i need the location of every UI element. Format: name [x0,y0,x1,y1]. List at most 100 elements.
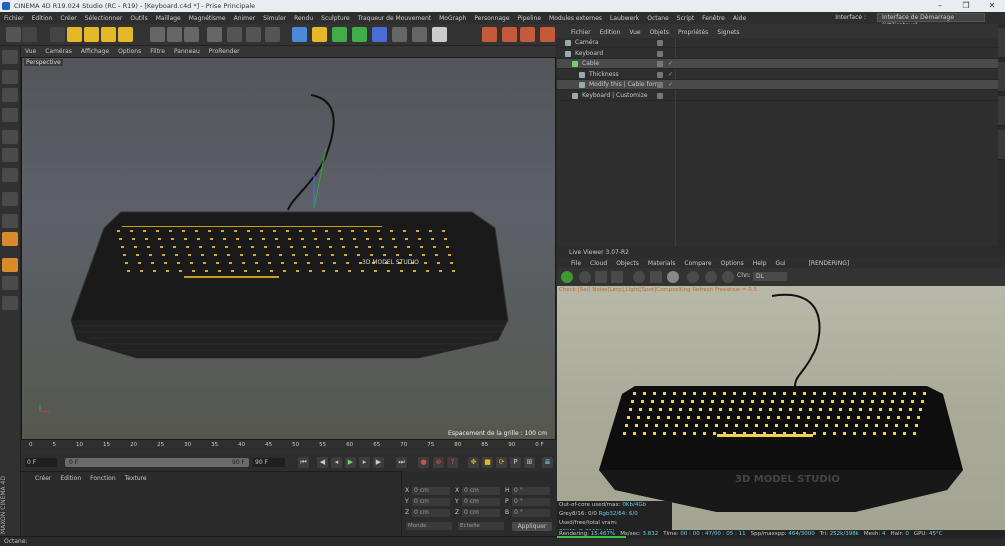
live-viewer-menu-1[interactable]: Cloud [590,260,607,267]
coordinate-mode-select[interactable]: Monde [406,522,452,530]
mode-tool-icon-9[interactable] [2,232,18,246]
toolbar-tool-icon-10[interactable] [207,27,222,42]
parameter-key-icon[interactable]: P [510,457,521,468]
material-menu-0[interactable]: Créer [35,475,51,482]
menu-11[interactable]: Traqueur de Mouvement [358,15,431,22]
menu-15[interactable]: Modules externes [549,15,602,22]
timeline-window-icon[interactable]: ≣ [542,457,553,468]
live-viewer-menu-0[interactable]: File [571,260,581,267]
toolbar-tool-icon-4[interactable] [84,27,99,42]
coord-value-field[interactable]: 0 ° [512,498,550,506]
material-menu-2[interactable]: Fonction [90,475,116,482]
pick-icon[interactable] [705,271,717,283]
menu-18[interactable]: Script [677,15,694,22]
object-menu-1[interactable]: Edition [600,29,621,36]
menu-13[interactable]: Personnage [474,15,509,22]
visibility-icon[interactable] [657,50,663,57]
record-icon[interactable]: ● [418,457,429,468]
menu-4[interactable]: Outils [130,15,147,22]
mode-tool-icon-1[interactable] [2,70,18,84]
menu-19[interactable]: Fenêtre [702,15,725,22]
enabled-check-icon[interactable]: ✓ [668,59,673,69]
visibility-icon[interactable] [657,40,663,46]
dock-tab-3[interactable] [998,130,1005,160]
toolbar-tool-icon-2[interactable] [50,27,65,42]
position-key-icon[interactable]: ✥ [468,457,479,468]
pause-icon[interactable] [595,271,607,283]
dock-tab-2[interactable] [998,96,1005,126]
object-row[interactable]: Modify this | Cable form ✓ [557,80,998,90]
toolbar-tool-icon-8[interactable] [167,27,182,42]
toolbar-tool-icon-16[interactable] [332,27,347,42]
coord-value-field[interactable]: 0 cm [412,487,450,495]
sphere-icon[interactable] [667,271,679,283]
frame-range-slider[interactable]: 0 F 90 F [65,458,249,467]
mode-tool-icon-0[interactable] [2,50,18,64]
mode-tool-icon-6[interactable] [2,168,18,182]
rotation-key-icon[interactable]: ⟳ [496,457,507,468]
object-manager-list[interactable]: Caméra Keyboard Cable ✓ Thickness ✓ Modify thi… [557,38,998,246]
next-key-icon[interactable]: ▶ [373,457,384,468]
timeline-ruler[interactable]: 0 5 10 15 20 25 30 35 40 45 50 55 60 65 70 75 80 85 90 0 F [21,440,556,454]
material-manager[interactable]: Créer Edition Fonction Texture [21,471,401,536]
toolbar-tool-icon-14[interactable] [292,27,307,42]
coord-value-field[interactable]: 0 cm [412,498,450,506]
toolbar-tool-icon-24[interactable] [520,27,535,42]
mode-tool-icon-11[interactable] [2,276,18,290]
live-viewer-menu-3[interactable]: Materials [648,260,676,267]
toolbar-tool-icon-22[interactable] [482,27,497,42]
live-viewer-menu-2[interactable]: Objects [616,260,639,267]
coord-value-field[interactable]: 0 ° [512,487,550,495]
focus-icon[interactable] [722,271,734,283]
menu-0[interactable]: Fichier [4,15,24,22]
enabled-check-icon[interactable]: ✓ [668,80,673,90]
mode-tool-icon-5[interactable] [2,148,18,162]
object-menu-2[interactable]: Vue [629,29,640,36]
menu-6[interactable]: Magnétisme [189,15,226,22]
viewport-menu-1[interactable]: Caméras [45,48,72,55]
next-frame-icon[interactable]: ▸ [359,457,370,468]
toolbar-tool-icon-3[interactable] [67,27,82,42]
menu-7[interactable]: Animer [234,15,256,22]
viewport-menu-4[interactable]: Filtre [150,48,165,55]
toolbar-tool-icon-11[interactable] [227,27,242,42]
end-frame-field[interactable]: 90 F [253,458,285,467]
material-menu-1[interactable]: Edition [60,475,81,482]
menu-3[interactable]: Sélectionner [85,15,123,22]
mode-tool-icon-8[interactable] [2,214,18,228]
toolbar-tool-icon-21[interactable] [432,27,447,42]
object-row[interactable]: Keyboard | Customize [557,91,998,101]
mode-tool-icon-7[interactable] [2,192,18,206]
toolbar-tool-icon-25[interactable] [540,27,555,42]
viewport-menu-5[interactable]: Panneau [174,48,200,55]
menu-14[interactable]: Pipeline [518,15,541,22]
toolbar-tool-icon-23[interactable] [502,27,517,42]
toolbar-tool-icon-13[interactable] [265,27,280,42]
object-menu-0[interactable]: Fichier [571,29,591,36]
object-row[interactable]: Caméra [557,38,998,48]
coord-value-field[interactable]: 0 cm [462,487,500,495]
dock-tab-0[interactable] [998,28,1005,58]
go-to-start-icon[interactable]: ⏮ [298,457,309,468]
start-frame-field[interactable]: 0 F [25,458,57,467]
live-viewer-render[interactable]: Check:[Sel] Noise[Lerp],Light[Spot]Compo… [557,286,1005,530]
object-menu-5[interactable]: Signets [717,29,739,36]
menu-12[interactable]: MoGraph [439,15,466,22]
enabled-check-icon[interactable]: ✓ [668,70,673,80]
viewport-menu-0[interactable]: Vue [25,48,36,55]
viewport-menu-6[interactable]: ProRender [209,48,240,55]
menu-20[interactable]: Aide [733,15,746,22]
auto-key-icon[interactable]: ⊗ [433,457,444,468]
close-button[interactable]: ✕ [979,0,1005,12]
menu-9[interactable]: Rendu [294,15,313,22]
mode-tool-icon-10[interactable] [2,258,18,272]
toolbar-tool-icon-1[interactable] [22,27,37,42]
toolbar-tool-icon-12[interactable] [246,27,261,42]
play-icon[interactable]: ▶ [345,457,356,468]
menu-1[interactable]: Edition [32,15,53,22]
settings-icon[interactable] [633,271,645,283]
previous-key-icon[interactable]: ◀ [317,457,328,468]
visibility-icon[interactable] [657,61,663,67]
visibility-icon[interactable] [657,71,663,78]
toolbar-tool-icon-7[interactable] [150,27,165,42]
